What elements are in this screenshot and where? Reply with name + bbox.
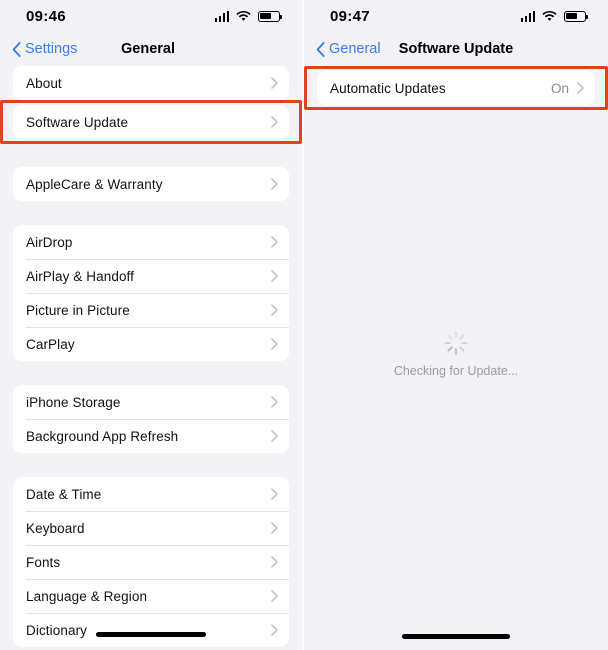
row-label: Fonts <box>26 554 61 570</box>
nav-bar: General Software Update <box>304 32 608 66</box>
nav-bar: Settings General <box>0 32 302 66</box>
cellular-bars-icon <box>214 10 229 22</box>
row-label: Language & Region <box>26 588 148 604</box>
sidebar-item-fonts[interactable]: Fonts <box>13 545 289 579</box>
status-icons <box>520 10 588 22</box>
sidebar-item-iphone-storage[interactable]: iPhone Storage <box>13 385 289 419</box>
sidebar-item-carplay[interactable]: CarPlay <box>13 327 289 361</box>
row-value: On <box>550 80 569 96</box>
status-bar: 09:46 <box>0 0 302 32</box>
highlight-software-update: Software Update <box>0 100 302 144</box>
back-button-general[interactable]: General <box>316 41 381 57</box>
status-icons <box>214 10 282 22</box>
dual-screenshot-container: 09:46 Settings General About Software Up… <box>0 0 608 650</box>
row-label: AirPlay & Handoff <box>26 268 135 284</box>
status-time: 09:47 <box>330 7 370 25</box>
settings-group-connectivity: AirDrop AirPlay & Handoff Picture in Pic… <box>13 225 289 361</box>
chevron-right-icon <box>271 270 278 282</box>
chevron-right-icon <box>271 430 278 442</box>
wifi-icon <box>236 10 251 21</box>
row-label: CarPlay <box>26 336 75 352</box>
software-update-list: Automatic Updates On <box>304 66 608 110</box>
chevron-right-icon <box>271 590 278 602</box>
settings-group-automatic-updates: Automatic Updates On <box>317 71 595 105</box>
wifi-icon <box>542 10 557 21</box>
activity-spinner-icon <box>444 331 468 355</box>
chevron-right-icon <box>271 178 278 190</box>
chevron-right-icon <box>577 82 584 94</box>
settings-group-storage: iPhone Storage Background App Refresh <box>13 385 289 453</box>
home-indicator <box>96 632 206 637</box>
status-time: 09:46 <box>26 7 66 25</box>
chevron-right-icon <box>271 624 278 636</box>
back-button-label: Settings <box>25 41 78 57</box>
battery-icon <box>258 10 282 22</box>
row-label: AirDrop <box>26 234 73 250</box>
chevron-right-icon <box>271 396 278 408</box>
sidebar-item-software-update[interactable]: Software Update <box>13 105 289 139</box>
settings-group-device: About <box>13 66 289 100</box>
chevron-right-icon <box>271 338 278 350</box>
home-indicator <box>402 634 510 639</box>
sidebar-item-picture-in-picture[interactable]: Picture in Picture <box>13 293 289 327</box>
back-button-settings[interactable]: Settings <box>12 41 77 57</box>
sidebar-item-dictionary[interactable]: Dictionary <box>13 613 289 647</box>
settings-group-applecare: AppleCare & Warranty <box>13 167 289 201</box>
sidebar-item-airdrop[interactable]: AirDrop <box>13 225 289 259</box>
row-label: Automatic Updates <box>330 80 446 96</box>
chevron-right-icon <box>271 77 278 89</box>
sidebar-item-airplay-handoff[interactable]: AirPlay & Handoff <box>13 259 289 293</box>
row-label: About <box>26 75 62 91</box>
right-phone-screen: 09:47 General Software Update Automatic … <box>304 0 608 650</box>
chevron-right-icon <box>271 116 278 128</box>
row-label: Software Update <box>26 114 129 130</box>
row-label: AppleCare & Warranty <box>26 176 163 192</box>
status-bar: 09:47 <box>304 0 608 32</box>
chevron-left-icon <box>316 41 325 57</box>
row-label: Background App Refresh <box>26 428 179 444</box>
row-label: Date & Time <box>26 486 102 502</box>
battery-icon <box>564 10 588 22</box>
chevron-right-icon <box>271 522 278 534</box>
sidebar-item-background-app-refresh[interactable]: Background App Refresh <box>13 419 289 453</box>
cellular-bars-icon <box>520 10 535 22</box>
chevron-right-icon <box>271 304 278 316</box>
sidebar-item-date-time[interactable]: Date & Time <box>13 477 289 511</box>
settings-group-software-update: Software Update <box>13 105 289 139</box>
chevron-right-icon <box>271 488 278 500</box>
row-label: Keyboard <box>26 520 85 536</box>
sidebar-item-keyboard[interactable]: Keyboard <box>13 511 289 545</box>
row-label: Picture in Picture <box>26 302 130 318</box>
chevron-right-icon <box>271 236 278 248</box>
update-status-area: Checking for Update... <box>304 330 608 378</box>
list-item-automatic-updates[interactable]: Automatic Updates On <box>317 71 595 105</box>
chevron-right-icon <box>271 556 278 568</box>
chevron-left-icon <box>12 41 21 57</box>
settings-group-locale: Date & Time Keyboard Fonts Language & Re… <box>13 477 289 647</box>
back-button-label: General <box>329 41 381 57</box>
checking-status-text: Checking for Update... <box>393 364 519 378</box>
highlight-automatic-updates: Automatic Updates On <box>304 66 608 110</box>
left-phone-screen: 09:46 Settings General About Software Up… <box>0 0 304 650</box>
sidebar-item-applecare-warranty[interactable]: AppleCare & Warranty <box>13 167 289 201</box>
row-label: iPhone Storage <box>26 394 121 410</box>
sidebar-item-language-region[interactable]: Language & Region <box>13 579 289 613</box>
settings-list: About Software Update AppleCare & Warran… <box>0 66 302 647</box>
sidebar-item-about[interactable]: About <box>13 66 289 100</box>
